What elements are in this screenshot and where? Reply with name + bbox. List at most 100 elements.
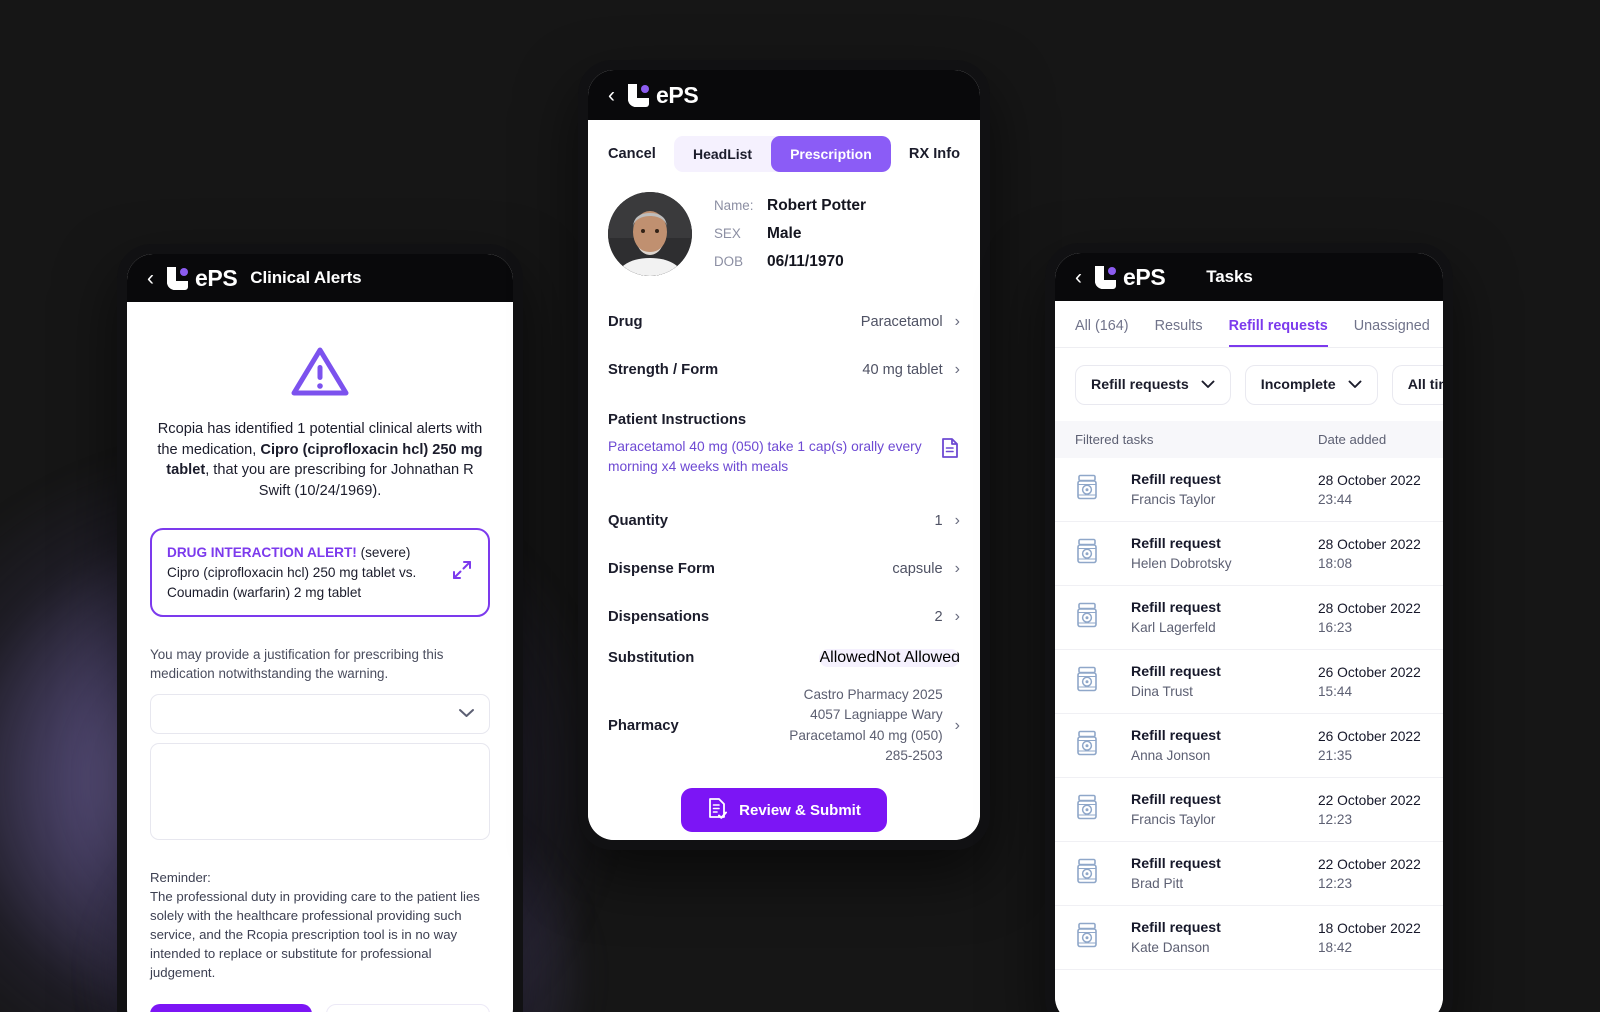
task-person: Kate Danson — [1131, 940, 1210, 955]
back-icon[interactable]: ‹ — [1075, 267, 1082, 288]
tasks-list: Refill request Francis Taylor 28 October 2… — [1055, 458, 1443, 970]
phone-tasks: ‹ ePS Tasks All (164) Results Refill req… — [1045, 243, 1453, 1012]
task-time: 12:23 — [1318, 811, 1353, 827]
logo-text: ePS — [1123, 263, 1166, 290]
avatar — [608, 192, 692, 276]
prescription-nav: Cancel HeadList Prescription RX Info — [608, 120, 960, 176]
filter-status-label: Incomplete — [1260, 377, 1336, 393]
task-title: Refill request — [1131, 792, 1221, 808]
substitution-not-allowed-option[interactable]: Not Allowed — [876, 649, 961, 667]
filter-status-dropdown[interactable]: Incomplete — [1244, 365, 1378, 405]
patient-instructions-text: Paracetamol 40 mg (050) take 1 cap(s) or… — [608, 439, 922, 474]
row-dispensations-value-wrap: 2 › — [935, 608, 960, 626]
topbar-tasks: ‹ ePS Tasks — [1055, 253, 1443, 301]
pill-bottle-icon — [1075, 921, 1131, 954]
pill-bottle-icon — [1075, 793, 1131, 826]
row-quantity[interactable]: Quantity 1 › — [608, 497, 960, 545]
patient-sex-label: SEX — [714, 226, 741, 241]
cancel-link[interactable]: Cancel — [608, 146, 656, 162]
row-strength-value-wrap: 40 mg tablet › — [862, 361, 960, 379]
pharmacy-value-wrap: Castro Pharmacy 2025 4057 Lagniappe Wary… — [789, 685, 960, 767]
patient-dob-row: DOB 06/11/1970 — [714, 253, 866, 271]
task-date: 26 October 2022 — [1318, 664, 1421, 680]
row-drug[interactable]: Drug Paracetamol › — [608, 298, 960, 346]
tab-headlist[interactable]: HeadList — [674, 136, 771, 172]
reminder-text: The professional duty in providing care … — [150, 889, 480, 981]
task-person: Brad Pitt — [1131, 876, 1184, 891]
pill-bottle-icon — [1075, 857, 1131, 890]
rx-info-link[interactable]: RX Info — [909, 146, 960, 162]
table-row[interactable]: Refill request Dina Trust 26 October 2022 1… — [1055, 650, 1443, 714]
task-person: Helen Dobrotsky — [1131, 556, 1232, 571]
logo-text: ePS — [195, 264, 238, 291]
row-dispense-form-value: capsule — [892, 560, 943, 577]
tasks-table-header: Filtered tasks Date added — [1055, 421, 1443, 458]
pharmacy-value: Castro Pharmacy 2025 4057 Lagniappe Wary… — [789, 685, 942, 767]
task-date: 22 October 2022 — [1318, 792, 1421, 808]
substitution-allowed-option[interactable]: Allowed — [819, 649, 875, 667]
patient-sex-row: SEX Male — [714, 225, 866, 243]
row-quantity-value-wrap: 1 › — [935, 512, 960, 530]
filter-time-label: All time — [1407, 377, 1443, 393]
task-time: 15:44 — [1318, 683, 1353, 699]
table-row[interactable]: Refill request Helen Dobrotsky 28 October … — [1055, 522, 1443, 586]
tasks-body: All (164) Results Refill requests Unassi… — [1055, 301, 1443, 1012]
save-pending-rx-button[interactable]: Save Pending RX — [150, 1004, 312, 1012]
review-and-submit-label: Review & Submit — [739, 801, 861, 819]
screen-prescription: ‹ ePS Cancel HeadList Prescription RX In… — [588, 70, 980, 840]
pharmacy-line-2: 4057 Lagniappe Wary — [810, 707, 943, 723]
task-person: Karl Lagerfeld — [1131, 620, 1216, 635]
topbar-clinical-alerts: ‹ ePS Clinical Alerts — [127, 254, 513, 302]
task-time: 18:08 — [1318, 555, 1353, 571]
alert-description-p2: , that you are prescribing for Johnathan… — [205, 462, 474, 500]
back-icon[interactable]: ‹ — [608, 85, 615, 106]
task-date: 26 October 2022 — [1318, 728, 1421, 744]
row-pharmacy[interactable]: Pharmacy Castro Pharmacy 2025 4057 Lagni… — [608, 677, 960, 773]
patient-name-value: Robert Potter — [767, 197, 867, 214]
patient-instructions-body: Paracetamol 40 mg (050) take 1 cap(s) or… — [608, 428, 960, 477]
task-title: Refill request — [1131, 856, 1221, 872]
table-row[interactable]: Refill request Kate Danson 18 October 2022… — [1055, 906, 1443, 970]
tab-results[interactable]: Results — [1155, 318, 1203, 347]
row-strength-form[interactable]: Strength / Form 40 mg tablet › — [608, 346, 960, 394]
document-icon[interactable] — [940, 437, 960, 464]
filter-type-dropdown[interactable]: Refill requests — [1075, 365, 1231, 405]
pharmacy-line-3: Paracetamol 40 mg (050) — [789, 727, 943, 743]
row-drug-value-wrap: Paracetamol › — [861, 313, 960, 331]
back-icon[interactable]: ‹ — [147, 268, 154, 289]
page-title: Clinical Alerts — [250, 268, 362, 287]
tab-refill-requests[interactable]: Refill requests — [1228, 318, 1328, 347]
task-title: Refill request — [1131, 536, 1221, 552]
table-row[interactable]: Refill request Karl Lagerfeld 28 October 2… — [1055, 586, 1443, 650]
task-date: 28 October 2022 — [1318, 472, 1421, 488]
patient-instructions-heading: Patient Instructions — [608, 412, 747, 428]
expand-diagonal-icon[interactable] — [451, 559, 473, 586]
drug-interaction-alert-card[interactable]: DRUG INTERACTION ALERT! (severe) Cipro (… — [150, 527, 490, 618]
header-filtered-tasks: Filtered tasks — [1075, 432, 1154, 447]
review-and-submit-button[interactable]: Review & Submit — [681, 788, 887, 833]
task-time: 12:23 — [1318, 875, 1353, 891]
row-dispensations[interactable]: Dispensations 2 › — [608, 593, 960, 641]
justification-select[interactable] — [150, 694, 490, 735]
chevron-down-icon — [1201, 377, 1215, 393]
table-row[interactable]: Refill request Francis Taylor 22 October 2… — [1055, 778, 1443, 842]
justification-textarea[interactable] — [150, 743, 490, 841]
filter-time-dropdown[interactable]: All time — [1391, 365, 1443, 405]
tab-unassigned[interactable]: Unassigned — [1354, 318, 1430, 347]
task-title: Refill request — [1131, 664, 1221, 680]
task-time: 18:42 — [1318, 939, 1353, 955]
table-row[interactable]: Refill request Anna Jonson 26 October 2022… — [1055, 714, 1443, 778]
table-row[interactable]: Refill request Brad Pitt 22 October 2022 12… — [1055, 842, 1443, 906]
tab-prescription[interactable]: Prescription — [771, 136, 891, 172]
row-dispense-form[interactable]: Dispense Form capsule › — [608, 545, 960, 593]
task-time: 16:23 — [1318, 619, 1353, 635]
cancel-button[interactable]: Cancel — [326, 1004, 490, 1012]
submit-row: Review & Submit — [608, 772, 960, 840]
task-title: Refill request — [1131, 920, 1221, 936]
pill-bottle-icon — [1075, 473, 1131, 506]
pill-bottle-icon — [1075, 601, 1131, 634]
tab-all[interactable]: All (164) — [1075, 318, 1129, 347]
table-row[interactable]: Refill request Francis Taylor 28 October 2… — [1055, 458, 1443, 522]
header-date-added: Date added — [1318, 432, 1387, 447]
patient-dob-label: DOB — [714, 254, 744, 269]
